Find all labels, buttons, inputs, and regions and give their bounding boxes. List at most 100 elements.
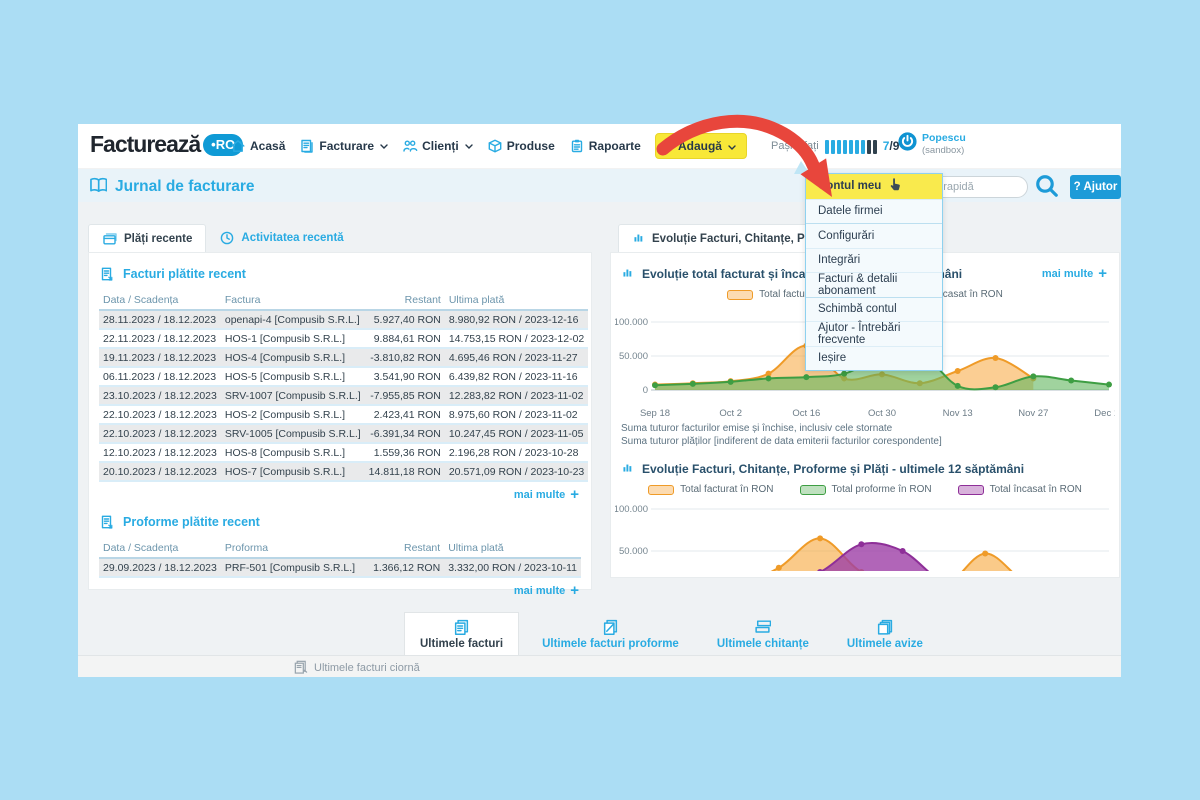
document-link[interactable]: PRF-501 [Compusib S.R.L.] <box>221 558 365 577</box>
user-name: Popescu <box>922 132 966 145</box>
legend-swatch <box>800 485 826 495</box>
svg-text:Oct 30: Oct 30 <box>868 408 896 419</box>
menu-item-integrari[interactable]: Integrări <box>806 248 942 273</box>
nav-item-rapoarte[interactable]: Rapoarte <box>569 138 641 154</box>
col-header: Factura <box>221 291 365 310</box>
cell-ultima-plata: 8.980,92 RON / 2023-12-16 <box>445 310 588 329</box>
section-title-label: Facturi plătite recent <box>123 267 246 281</box>
bottom-tabs: Ultimele facturiUltimele facturi proform… <box>404 612 938 655</box>
hand-cursor-icon <box>889 177 902 195</box>
cell-date: 22.10.2023 / 18.12.2023 <box>99 424 221 443</box>
document-link[interactable]: HOS-4 [Compusib S.R.L.] <box>221 348 365 367</box>
menu-item-iesire[interactable]: Ieșire <box>806 346 942 371</box>
table-row: 06.11.2023 / 18.12.2023HOS-5 [Compusib S… <box>99 367 588 386</box>
draft-invoices-link[interactable]: Ultimele facturi ciornă <box>293 659 420 677</box>
col-header: Ultima plată <box>444 539 581 558</box>
chart-bars-icon <box>621 460 635 477</box>
invoices-title: Facturi plătite recent <box>99 266 581 282</box>
menu-item-label: Ajutor - Întrebări frecvente <box>818 322 930 346</box>
cell-ultima-plata: 12.283,82 RON / 2023-11-02 <box>445 386 588 405</box>
user-env: (sandbox) <box>922 145 966 156</box>
legend-swatch <box>958 485 984 495</box>
cell-date: 22.10.2023 / 18.12.2023 <box>99 405 221 424</box>
help-button[interactable]: ? Ajutor <box>1070 175 1121 199</box>
user-badge[interactable]: Popescu (sandbox) <box>898 132 966 156</box>
table-row: 22.10.2023 / 18.12.2023HOS-2 [Compusib S… <box>99 405 588 424</box>
menu-item-configurari[interactable]: Configurări <box>806 223 942 248</box>
tab-plati-recente[interactable]: Plăți recente <box>88 224 206 252</box>
legend-item-total-incasat-in-ron: Total încasat în RON <box>958 484 1082 495</box>
col-header: Restant <box>365 291 445 310</box>
nav-item-produse[interactable]: Produse <box>487 138 555 154</box>
chart1-notes: Suma tuturor facturilor emise și închise… <box>621 422 1119 448</box>
chart-note: Suma tuturor facturilor emise și închise… <box>621 422 1119 435</box>
document-link[interactable]: SRV-1007 [Compusib S.R.L.] <box>221 386 365 405</box>
document-link[interactable]: HOS-7 [Compusib S.R.L.] <box>221 462 365 481</box>
menu-item-label: Contul meu <box>818 180 881 192</box>
cell-ultima-plata: 20.571,09 RON / 2023-10-23 <box>445 462 588 481</box>
cell-restant: 9.884,61 RON <box>365 329 445 348</box>
menu-callout <box>794 161 810 174</box>
cell-restant: 1.559,36 RON <box>365 443 445 462</box>
menu-item-label: Facturi & detalii abonament <box>818 273 930 297</box>
tab-label: Activitatea recentă <box>241 232 343 244</box>
legend-item-total-proforme-in-ron: Total proforme în RON <box>800 484 932 495</box>
nav-label: Facturare <box>319 139 374 153</box>
cell-ultima-plata: 3.332,00 RON / 2023-10-11 <box>444 558 581 577</box>
menu-item-label: Integrări <box>818 254 860 266</box>
document-link[interactable]: HOS-2 [Compusib S.R.L.] <box>221 405 365 424</box>
search-icon[interactable] <box>1034 173 1060 204</box>
cell-date: 28.11.2023 / 18.12.2023 <box>99 310 221 329</box>
table-row: 22.10.2023 / 18.12.2023SRV-1005 [Compusi… <box>99 424 588 443</box>
menu-item-schimba-contul[interactable]: Schimbă contul <box>806 297 942 322</box>
footer-tab-ultimele-facturi-proforme[interactable]: Ultimele facturi proforme <box>527 618 694 650</box>
document-link[interactable]: HOS-5 [Compusib S.R.L.] <box>221 367 365 386</box>
document-link[interactable]: openapi-4 [Compusib S.R.L.] <box>221 310 365 329</box>
power-icon[interactable] <box>898 132 917 156</box>
home-icon <box>230 138 246 154</box>
nav-item-facturare[interactable]: Facturare <box>299 138 388 154</box>
nav-label: Produse <box>507 139 555 153</box>
logo[interactable]: Facturează •RO <box>90 131 243 158</box>
more-link-charts[interactable]: mai multe+ <box>1042 268 1107 280</box>
doc-icon <box>99 266 115 282</box>
cell-restant: -6.391,34 RON <box>365 424 445 443</box>
section-title-label: Proforme plătite recent <box>123 515 260 529</box>
cell-date: 22.11.2023 / 18.12.2023 <box>99 329 221 348</box>
footer-tab-label: Ultimele chitanțe <box>717 638 809 650</box>
menu-item-datele-firmei[interactable]: Datele firmei <box>806 199 942 224</box>
footer-tab-ultimele-avize[interactable]: Ultimele avize <box>832 618 938 650</box>
steps-progress: Pași bifați7/9 <box>771 139 899 154</box>
cell-ultima-plata: 6.439,82 RON / 2023-11-16 <box>445 367 588 386</box>
cell-restant: 3.541,90 RON <box>365 367 445 386</box>
plus-icon: + <box>666 141 674 151</box>
table-row: 22.11.2023 / 18.12.2023HOS-1 [Compusib S… <box>99 329 588 348</box>
svg-text:Nov 13: Nov 13 <box>943 408 973 419</box>
menu-item-ajutor-intrebari-frecvente[interactable]: Ajutor - Întrebări frecvente <box>806 321 942 346</box>
nav-item-clienti[interactable]: Clienți <box>402 138 473 154</box>
left-tabs: Plăți recente Activitatea recentă <box>88 224 357 252</box>
document-link[interactable]: HOS-1 [Compusib S.R.L.] <box>221 329 365 348</box>
svg-text:Oct 16: Oct 16 <box>792 408 820 419</box>
footer-tab-ultimele-facturi[interactable]: Ultimele facturi <box>404 612 519 656</box>
more-link-proforme[interactable]: mai multe+ <box>101 585 579 597</box>
footer-tab-ultimele-chitante[interactable]: Ultimele chitanțe <box>702 618 824 650</box>
svg-text:Oct 2: Oct 2 <box>719 408 742 419</box>
menu-item-facturi-detalii-abonament[interactable]: Facturi & detalii abonament <box>806 272 942 297</box>
more-link-invoices[interactable]: mai multe+ <box>101 489 579 501</box>
table-row: 23.10.2023 / 18.12.2023SRV-1007 [Compusi… <box>99 386 588 405</box>
menu-item-contul-meu[interactable]: Contul meu <box>806 174 942 199</box>
tab-activitatea-recenta[interactable]: Activitatea recentă <box>206 224 356 252</box>
document-link[interactable]: HOS-8 [Compusib S.R.L.] <box>221 443 365 462</box>
top-header: Facturează •RO Acasă Facturare Clienți Prod… <box>78 124 1121 168</box>
doc-icon <box>99 514 115 530</box>
svg-text:100.000: 100.000 <box>615 504 648 515</box>
menu-item-label: Configurări <box>818 230 874 242</box>
chart-note: Suma tuturor plăților [indiferent de dat… <box>621 435 1119 448</box>
nav-item-acasa[interactable]: Acasă <box>230 138 285 154</box>
add-button[interactable]: +Adaugă <box>655 133 747 159</box>
app-window: Facturează •RO Acasă Facturare Clienți Prod… <box>78 124 1121 677</box>
table-row: 20.10.2023 / 18.12.2023HOS-7 [Compusib S… <box>99 462 588 481</box>
svg-text:50.000: 50.000 <box>619 546 648 557</box>
document-link[interactable]: SRV-1005 [Compusib S.R.L.] <box>221 424 365 443</box>
